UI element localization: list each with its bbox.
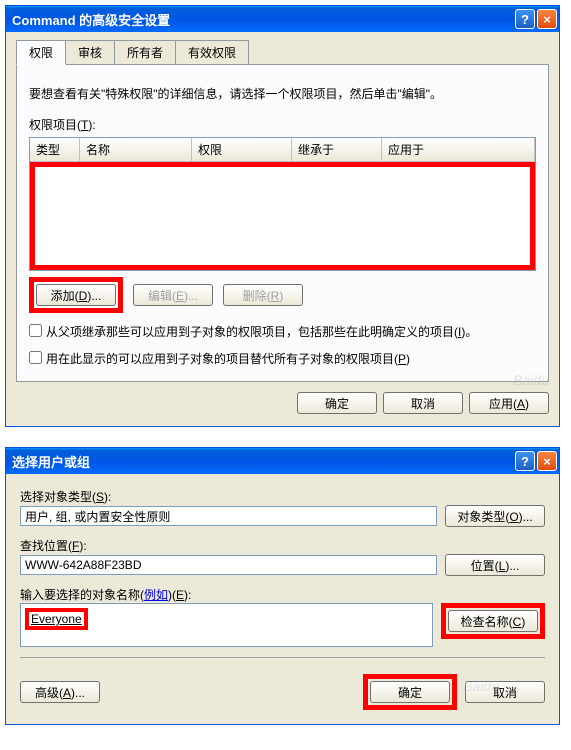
inherit-checkbox[interactable]: [29, 324, 42, 337]
inherit-label: 从父项继承那些可以应用到子对象的权限项目，包括那些在此明确定义的项目(I)。: [46, 323, 477, 340]
ok-button[interactable]: 确定: [297, 392, 377, 414]
object-type-button[interactable]: 对象类型(O)...: [445, 505, 545, 527]
add-button[interactable]: 添加(D)...: [36, 284, 116, 306]
footer-buttons: 确定 取消 应用(A): [16, 382, 549, 416]
select-user-dialog: 选择用户或组 ? × 选择对象类型(S): 对象类型(O)... 查找位置(F)…: [5, 447, 560, 725]
table-header: 类型 名称 权限 继承于 应用于: [30, 138, 535, 162]
ok-highlight: 确定: [363, 674, 457, 710]
replace-label: 用在此显示的可以应用到子对象的项目替代所有子对象的权限项目(P): [46, 350, 410, 367]
location-input: [20, 555, 437, 575]
help-icon[interactable]: ?: [515, 451, 535, 471]
ok-button[interactable]: 确定: [370, 681, 450, 703]
table-body[interactable]: [30, 162, 535, 270]
advanced-security-dialog: Command 的高级安全设置 ? × 权限 审核 所有者 有效权限 要想查看有…: [5, 5, 560, 427]
col-apply[interactable]: 应用于: [382, 138, 535, 161]
cancel-button[interactable]: 取消: [383, 392, 463, 414]
dialog-title: 选择用户或组: [12, 452, 90, 471]
tab-effective[interactable]: 有效权限: [175, 40, 249, 64]
remove-button: 删除(R): [223, 284, 303, 306]
separator: [20, 657, 545, 658]
edit-button: 编辑(E)...: [133, 284, 213, 306]
col-perm[interactable]: 权限: [192, 138, 292, 161]
perm-items-label: 权限项目(T):: [29, 118, 96, 132]
example-link[interactable]: 例如: [144, 588, 168, 602]
help-icon[interactable]: ?: [515, 9, 535, 29]
info-text: 要想查看有关"特殊权限"的详细信息，请选择一个权限项目，然后单击"编辑"。: [29, 85, 536, 102]
names-value: Everyone: [25, 608, 88, 630]
titlebar: Command 的高级安全设置 ? ×: [6, 6, 559, 32]
tab-content: 要想查看有关"特殊权限"的详细信息，请选择一个权限项目，然后单击"编辑"。 权限…: [16, 65, 549, 382]
cancel-button[interactable]: 取消: [465, 681, 545, 703]
object-type-label: 选择对象类型(S):: [20, 488, 545, 505]
close-icon[interactable]: ×: [537, 9, 557, 29]
check-highlight: 检查名称(C): [441, 603, 545, 639]
names-textarea[interactable]: Everyone: [20, 603, 433, 647]
titlebar: 选择用户或组 ? ×: [6, 448, 559, 474]
replace-checkbox[interactable]: [29, 351, 42, 364]
tab-owner[interactable]: 所有者: [114, 40, 176, 64]
col-name[interactable]: 名称: [80, 138, 192, 161]
location-button[interactable]: 位置(L)...: [445, 554, 545, 576]
col-type[interactable]: 类型: [30, 138, 80, 161]
tabs: 权限 审核 所有者 有效权限: [16, 40, 549, 65]
permission-table: 类型 名称 权限 继承于 应用于: [29, 137, 536, 271]
close-icon[interactable]: ×: [537, 451, 557, 471]
apply-button[interactable]: 应用(A): [469, 392, 549, 414]
col-inherit[interactable]: 继承于: [292, 138, 382, 161]
check-names-button[interactable]: 检查名称(C): [448, 610, 538, 632]
location-label: 查找位置(F):: [20, 537, 545, 554]
add-highlight: 添加(D)...: [29, 277, 123, 313]
dialog-title: Command 的高级安全设置: [12, 10, 170, 29]
names-label: 输入要选择的对象名称(例如)(E):: [20, 586, 545, 603]
tab-permissions[interactable]: 权限: [16, 40, 66, 65]
object-type-input: [20, 506, 437, 526]
tab-auditing[interactable]: 审核: [65, 40, 115, 64]
advanced-button[interactable]: 高级(A)...: [20, 681, 100, 703]
